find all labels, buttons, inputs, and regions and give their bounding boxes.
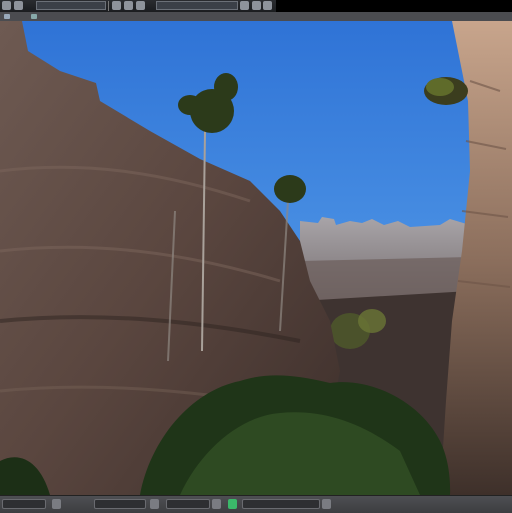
layer-field[interactable] (166, 499, 210, 509)
toolbar-empty-area (276, 0, 512, 12)
render-toggle-icon[interactable] (228, 499, 237, 509)
viewport-type-icon[interactable] (4, 14, 10, 19)
options-icon[interactable] (263, 1, 272, 10)
settings-icon[interactable] (124, 1, 133, 10)
scene-selector[interactable] (36, 1, 106, 10)
overlay-icon[interactable] (240, 1, 249, 10)
view-menu-icon[interactable] (52, 499, 61, 509)
mode-selector[interactable] (94, 499, 146, 509)
3d-viewport[interactable] (0, 21, 512, 495)
render-icon[interactable] (14, 1, 23, 10)
layer-selector[interactable] (156, 1, 238, 10)
snap-icon[interactable] (322, 499, 331, 509)
viewport-options-icon[interactable] (31, 14, 37, 19)
layer-icon[interactable] (212, 499, 221, 509)
toolbar-separator (108, 1, 109, 11)
snap-field[interactable] (242, 499, 320, 509)
menu-icon[interactable] (2, 1, 11, 10)
mode-icon[interactable] (150, 499, 159, 509)
view-menu-field[interactable] (2, 499, 46, 509)
rendered-scene (0, 21, 512, 495)
shading-icon[interactable] (252, 1, 261, 10)
camera-icon[interactable] (112, 1, 121, 10)
bottom-toolbar (0, 495, 512, 513)
view-icon[interactable] (136, 1, 145, 10)
